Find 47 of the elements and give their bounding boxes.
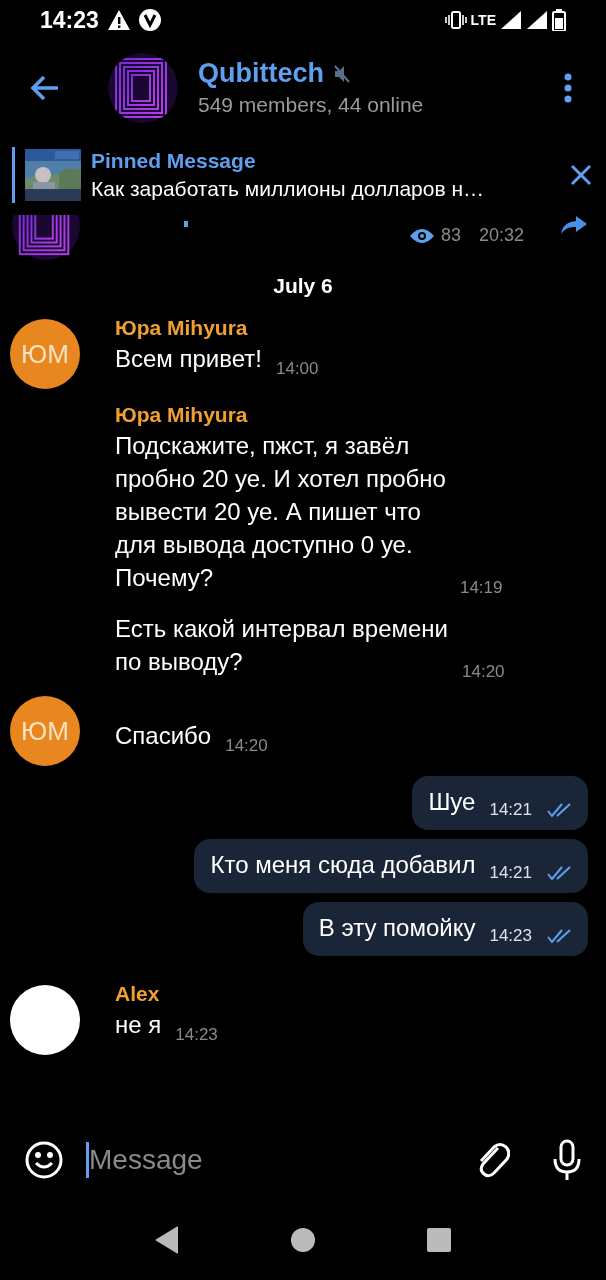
recents-nav-icon[interactable] xyxy=(426,1227,452,1253)
message-text: Спасибо xyxy=(115,721,212,751)
message-text: В эту помойку xyxy=(318,913,476,943)
message-time: 20:32 xyxy=(478,225,524,246)
date-label: July 6 xyxy=(273,274,333,298)
warning-icon xyxy=(106,9,131,31)
share-button[interactable] xyxy=(560,215,588,235)
clock: 14:23 xyxy=(40,6,99,34)
message-time: 14:23 xyxy=(175,1025,218,1045)
battery-icon xyxy=(552,9,566,31)
message-time: 14:21 xyxy=(489,800,532,820)
pinned-text: Как заработать миллионы долларов н… xyxy=(91,177,486,201)
network-type: LTE xyxy=(470,12,496,28)
chat-title[interactable]: Qubittech xyxy=(198,58,324,89)
home-nav-icon[interactable] xyxy=(290,1227,316,1253)
sender-name[interactable]: Alex xyxy=(115,982,218,1006)
message-text: Всем привет! xyxy=(115,344,262,374)
vibrate-icon xyxy=(444,11,467,29)
pinned-message-bar[interactable]: Pinned Message Как заработать миллионы долларов н… xyxy=(0,135,606,215)
view-count: 83 xyxy=(440,225,461,246)
signal-icon xyxy=(500,10,522,30)
member-count: 549 members, 44 online xyxy=(198,93,425,117)
message-time: 14:20 xyxy=(225,736,268,756)
close-button[interactable] xyxy=(570,164,592,186)
message-text: Подскажите, пжст, я завёл пробно 20 уе. И хотел пробно вывести 20 уе. А пишет что для вывода доступно 0 уе. Почему? xyxy=(115,431,446,593)
channel-avatar[interactable] xyxy=(108,52,178,123)
sender-name[interactable]: Юра Mihyura xyxy=(115,316,319,340)
v-badge-icon xyxy=(138,9,161,31)
message-time: 14:00 xyxy=(275,359,319,379)
message-text: Кто меня сюда добавил xyxy=(210,850,476,880)
message-input[interactable]: Message xyxy=(86,1142,474,1178)
message-text: не я xyxy=(115,1010,162,1040)
emoji-button[interactable] xyxy=(24,1140,64,1180)
channel-avatar[interactable] xyxy=(12,215,80,260)
signal-icon xyxy=(526,10,548,30)
message-time: 14:20 xyxy=(462,662,505,682)
message-text: Шуе xyxy=(428,787,476,817)
microphone-button[interactable] xyxy=(552,1139,582,1181)
back-button[interactable] xyxy=(30,74,60,101)
back-nav-icon[interactable] xyxy=(154,1225,180,1255)
message-text: Есть какой интервал времени по выводу? xyxy=(115,614,448,677)
sender-name[interactable]: Юра Mihyura xyxy=(115,403,503,427)
message-time: 14:21 xyxy=(489,863,532,883)
message-time: 14:19 xyxy=(459,578,503,598)
pinned-title: Pinned Message xyxy=(91,149,257,173)
message-time: 14:23 xyxy=(489,926,532,946)
eye-icon xyxy=(408,226,435,245)
